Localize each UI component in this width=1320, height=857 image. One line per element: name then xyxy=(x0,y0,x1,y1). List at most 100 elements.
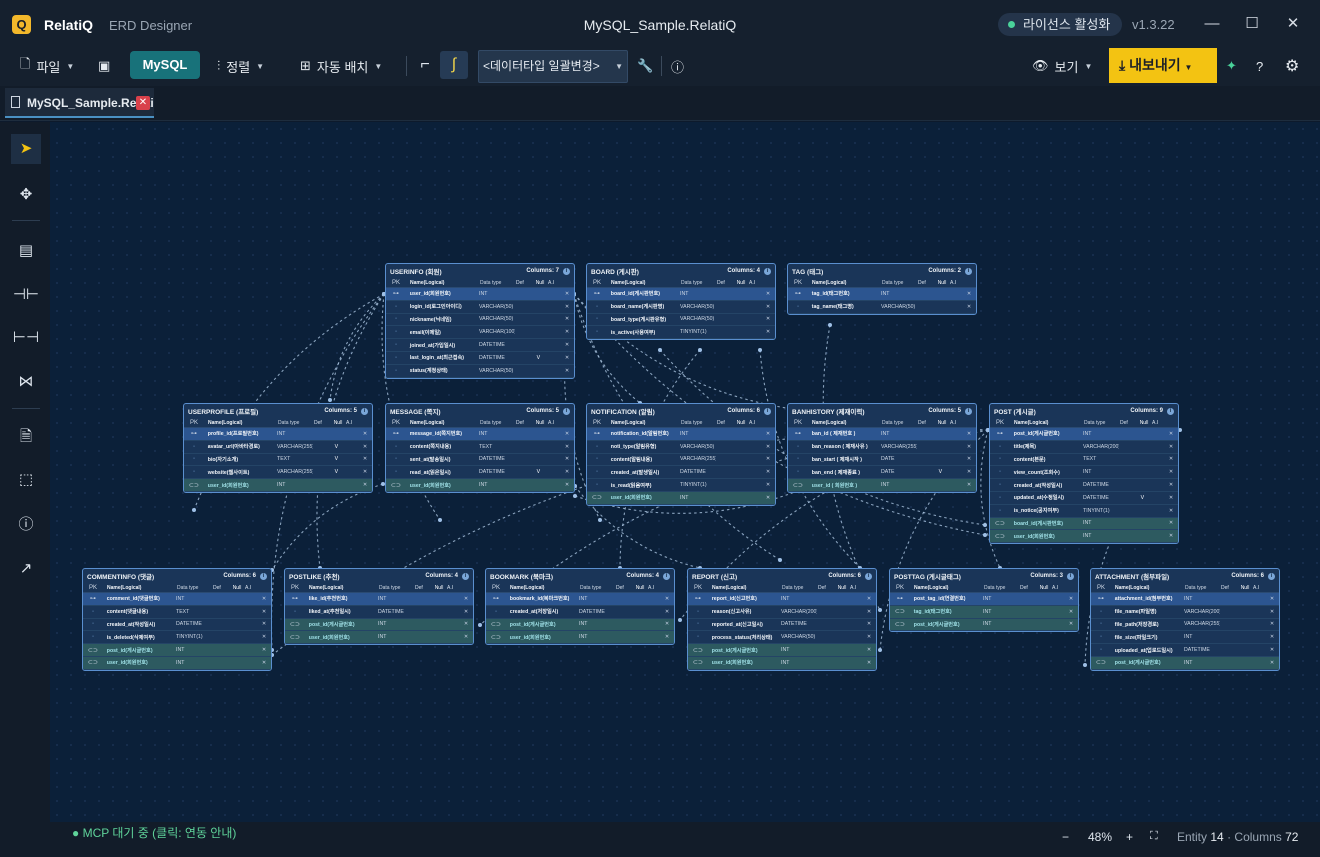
table-row[interactable]: ⊶ report_id(신고번호) INT ✕ xyxy=(688,593,876,606)
table-row[interactable]: ▪ noti_type(알림유형) VARCHAR(50) ✕ xyxy=(587,441,775,454)
delete-column-icon[interactable]: ✕ xyxy=(257,660,271,666)
delete-column-icon[interactable]: ✕ xyxy=(1164,431,1178,437)
info-icon[interactable]: i xyxy=(1167,407,1174,415)
delete-column-icon[interactable]: ✕ xyxy=(459,596,473,602)
entity-header[interactable]: BANHISTORY (제재이력) Columns: 5i xyxy=(788,404,976,418)
ai-sparkle-button[interactable]: ✦ xyxy=(1226,52,1237,80)
delete-column-icon[interactable]: ✕ xyxy=(862,634,876,640)
delete-column-icon[interactable]: ✕ xyxy=(560,444,574,450)
arrow-tool-icon[interactable]: ↗ xyxy=(11,554,41,584)
delete-column-icon[interactable]: ✕ xyxy=(459,609,473,615)
table-row[interactable]: ▪ is_notice(공지여부) TINYINT(1) ✕ xyxy=(990,505,1178,518)
info-icon[interactable]: i xyxy=(260,572,267,580)
info-icon[interactable]: i xyxy=(1268,572,1275,580)
delete-column-icon[interactable]: ✕ xyxy=(1265,621,1279,627)
table-row[interactable]: ▪ file_name(파일명) VARCHAR(200) ✕ xyxy=(1091,606,1279,619)
delete-column-icon[interactable]: ✕ xyxy=(962,431,976,437)
datatype-bulk-select[interactable]: <데이터타입 일괄변경> ▼ xyxy=(478,50,628,83)
area-select-icon[interactable]: ⬚ xyxy=(11,465,41,495)
table-row[interactable]: ⊶ ban_id ( 제재번호 ) INT ✕ xyxy=(788,428,976,441)
info-icon[interactable]: i xyxy=(764,267,771,275)
table-row[interactable]: ⊂⊃ post_id(게시글번호) INT ✕ xyxy=(285,618,473,632)
delete-column-icon[interactable]: ✕ xyxy=(560,456,574,462)
table-row[interactable]: ▪ updated_at(수정일시) DATETIME V ✕ xyxy=(990,492,1178,505)
delete-column-icon[interactable]: ✕ xyxy=(1265,596,1279,602)
help-button[interactable]: ? xyxy=(1256,52,1263,80)
table-row[interactable]: ▪ login_id(로그인아이디) VARCHAR(50) ✕ xyxy=(386,301,574,314)
db-type-button[interactable]: MySQL xyxy=(130,51,200,79)
delete-column-icon[interactable]: ✕ xyxy=(1164,533,1178,539)
delete-column-icon[interactable]: ✕ xyxy=(560,355,574,361)
table-row[interactable]: ▪ title(제목) VARCHAR(200) ✕ xyxy=(990,441,1178,454)
file-menu[interactable]: 🗋 파일 ▼ xyxy=(20,52,74,80)
table-row[interactable]: ▪ created_at(작성일시) DATETIME ✕ xyxy=(990,479,1178,492)
info-tool-icon[interactable]: ⓘ xyxy=(11,510,41,540)
table-row[interactable]: ⊂⊃ user_id ( 회원번호 ) INT ✕ xyxy=(788,479,976,492)
entity-table[interactable]: REPORT (신고) Columns: 6 i PK Name(Logical) Dat… xyxy=(687,568,877,671)
delete-column-icon[interactable]: ✕ xyxy=(761,469,775,475)
table-row[interactable]: ▪ email(이메일) VARCHAR(100) ✕ xyxy=(386,326,574,340)
move-tool-icon[interactable]: ✥ xyxy=(11,180,41,210)
table-row[interactable]: ⊂⊃ user_id(회원번호) INT ✕ xyxy=(285,631,473,645)
delete-column-icon[interactable]: ✕ xyxy=(257,621,271,627)
wrench-button[interactable]: 🔧 xyxy=(637,52,653,80)
delete-column-icon[interactable]: ✕ xyxy=(358,444,372,450)
delete-column-icon[interactable]: ✕ xyxy=(560,431,574,437)
entity-table[interactable]: USERPROFILE (프로필) Columns: 5 i PK Name(Logic… xyxy=(183,403,373,493)
table-row[interactable]: ▪ created_at(작성일시) DATETIME ✕ xyxy=(83,619,271,632)
delete-column-icon[interactable]: ✕ xyxy=(358,456,372,462)
table-row[interactable]: ⊶ post_id(게시글번호) INT ✕ xyxy=(990,428,1178,441)
entity-table[interactable]: BOOKMARK (북마크) Columns: 4 i PK Name(Logical)… xyxy=(485,568,675,646)
select-tool-icon[interactable]: ➤ xyxy=(11,134,41,164)
entity-table[interactable]: USERINFO (회원) Columns: 7 i PK Name(Logical) D… xyxy=(385,263,575,379)
table-row[interactable]: ▪ created_at(발생일시) DATETIME ✕ xyxy=(587,466,775,480)
mcp-status[interactable]: ● MCP 대기 중 (클릭: 연동 안내) xyxy=(72,824,236,841)
one-to-many-relation-icon[interactable]: ⊢⊣ xyxy=(11,323,41,353)
table-row[interactable]: ⊂⊃ user_id(회원번호) INT ✕ xyxy=(184,479,372,492)
table-row[interactable]: ▪ sent_at(발송일시) DATETIME ✕ xyxy=(386,454,574,467)
info-icon[interactable]: i xyxy=(563,267,570,275)
table-row[interactable]: ⊂⊃ post_id(게시글번호) INT ✕ xyxy=(1091,656,1279,670)
info-icon[interactable]: i xyxy=(764,407,771,415)
delete-column-icon[interactable]: ✕ xyxy=(962,482,976,488)
table-row[interactable]: ⊂⊃ user_id(회원번호) INT ✕ xyxy=(688,656,876,670)
delete-column-icon[interactable]: ✕ xyxy=(257,609,271,615)
delete-column-icon[interactable]: ✕ xyxy=(862,596,876,602)
delete-column-icon[interactable]: ✕ xyxy=(257,647,271,653)
table-row[interactable]: ▪ read_at(읽은일시) DATETIME V ✕ xyxy=(386,466,574,480)
table-row[interactable]: ▪ file_size(파일크기) INT ✕ xyxy=(1091,631,1279,645)
table-row[interactable]: ▪ website(웹사이트) VARCHAR(255) V ✕ xyxy=(184,466,372,480)
delete-column-icon[interactable]: ✕ xyxy=(1164,482,1178,488)
table-row[interactable]: ▪ content(본문) TEXT ✕ xyxy=(990,454,1178,467)
delete-column-icon[interactable]: ✕ xyxy=(1265,660,1279,666)
delete-column-icon[interactable]: ✕ xyxy=(1164,495,1178,501)
entity-header[interactable]: REPORT (신고) Columns: 6i xyxy=(688,569,876,583)
info-button[interactable]: ⓘ xyxy=(671,52,684,80)
table-row[interactable]: ▪ tag_name(태그명) VARCHAR(50) ✕ xyxy=(788,301,976,314)
table-row[interactable]: ⊂⊃ user_id(회원번호) INT ✕ xyxy=(386,479,574,492)
table-row[interactable]: ▪ content(쪽지내용) TEXT ✕ xyxy=(386,441,574,454)
close-window-icon[interactable]: ✕ xyxy=(1283,14,1303,34)
delete-column-icon[interactable]: ✕ xyxy=(962,469,976,475)
table-row[interactable]: ▪ nickname(닉네임) VARCHAR(50) ✕ xyxy=(386,314,574,327)
delete-column-icon[interactable]: ✕ xyxy=(560,482,574,488)
entity-table[interactable]: NOTIFICATION (알림) Columns: 6 i PK Name(Logic… xyxy=(586,403,776,506)
table-row[interactable]: ▪ board_name(게시판명) VARCHAR(50) ✕ xyxy=(587,301,775,314)
table-row[interactable]: ▪ last_login_at(최근접속) DATETIME V ✕ xyxy=(386,352,574,365)
delete-column-icon[interactable]: ✕ xyxy=(761,329,775,335)
table-row[interactable]: ⊂⊃ user_id(회원번호) INT ✕ xyxy=(587,491,775,505)
delete-column-icon[interactable]: ✕ xyxy=(660,621,674,627)
delete-column-icon[interactable]: ✕ xyxy=(560,329,574,335)
table-row[interactable]: ▪ process_status(처리상태) VARCHAR(50) ✕ xyxy=(688,631,876,645)
table-row[interactable]: ⊶ like_id(추천번호) INT ✕ xyxy=(285,593,473,606)
entity-table[interactable]: MESSAGE (쪽지) Columns: 5 i PK Name(Logical) Da… xyxy=(385,403,575,493)
entity-header[interactable]: BOARD (게시판) Columns: 4i xyxy=(587,264,775,278)
table-row[interactable]: ⊶ bookmark_id(북마크번호) INT ✕ xyxy=(486,593,674,606)
entity-header[interactable]: TAG (태그) Columns: 2i xyxy=(788,264,976,278)
delete-column-icon[interactable]: ✕ xyxy=(660,634,674,640)
table-row[interactable]: ▪ ban_end ( 제재종료 ) DATE V ✕ xyxy=(788,466,976,480)
table-row[interactable]: ▪ file_path(저장경로) VARCHAR(255) ✕ xyxy=(1091,619,1279,632)
table-row[interactable]: ⊶ user_id(회원번호) INT ✕ xyxy=(386,288,574,301)
entity-header[interactable]: COMMENTINFO (댓글) Columns: 6i xyxy=(83,569,271,583)
delete-column-icon[interactable]: ✕ xyxy=(761,482,775,488)
